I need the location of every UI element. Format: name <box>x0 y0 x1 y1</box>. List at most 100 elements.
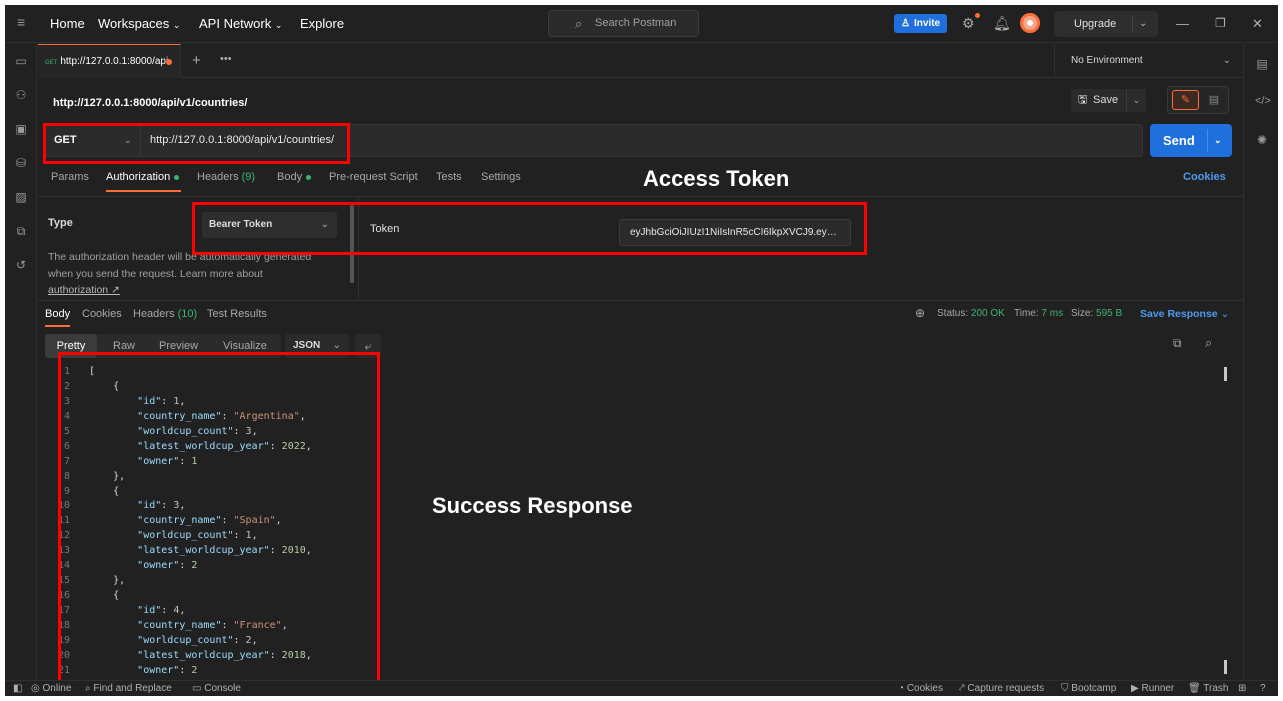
trash[interactable]: 🗑︎ Trash <box>1188 683 1229 694</box>
tab-authorization[interactable]: Authorization <box>106 171 180 183</box>
help-icon[interactable]: ? <box>1260 683 1266 694</box>
status-bar: ◧ ◎ Online ⌕ Find and Replace ▭ Console … <box>5 680 1278 696</box>
response-tab-headers[interactable]: Headers (10) <box>133 308 197 320</box>
nav-explore[interactable]: Explore <box>300 16 344 31</box>
learn-more-link[interactable]: authorization ↗ <box>48 284 120 296</box>
status-cookies[interactable]: ◔ Cookies <box>898 683 943 694</box>
add-person-icon: ♙ <box>901 18 910 29</box>
response-tab-body[interactable]: Body <box>45 308 70 320</box>
cookies-link[interactable]: Cookies <box>1183 171 1226 183</box>
send-label: Send <box>1163 133 1195 148</box>
size-value: 595 B <box>1096 308 1123 319</box>
capture-requests[interactable]: ⤤ Capture requests <box>959 683 1044 694</box>
time-label: Time: <box>1014 308 1039 319</box>
save-response-label: Save Response <box>1140 308 1218 320</box>
search-icon[interactable]: ⌕ <box>1205 335 1212 351</box>
nav-api-network[interactable]: API Network ⌄ <box>199 16 282 31</box>
tab-body-label: Body <box>277 171 303 183</box>
environment-quicklook-icon[interactable]: ▤ <box>1255 57 1269 71</box>
tab-tests[interactable]: Tests <box>436 171 462 183</box>
nav-workspaces[interactable]: Workspaces ⌄ <box>98 16 180 31</box>
monitors-icon[interactable]: ▨ <box>14 190 28 204</box>
chevron-down-icon[interactable]: ⌄ <box>1214 124 1222 157</box>
tab-headers-label: Headers <box>197 171 239 183</box>
close-icon[interactable]: ✕ <box>1252 16 1263 32</box>
collections-icon[interactable]: ▭ <box>14 54 28 68</box>
avatar[interactable] <box>1020 13 1040 33</box>
runner-label: Runner <box>1141 683 1175 694</box>
request-tabs-row: GET http://127.0.0.1:8000/api + ••• No En… <box>38 44 1243 78</box>
tab-headers[interactable]: Headers (9) <box>197 171 255 183</box>
code-icon[interactable]: </> <box>1255 95 1271 109</box>
save-response-button[interactable]: Save Response ⌄ <box>1140 308 1229 320</box>
runner[interactable]: ▶ Runner <box>1131 683 1174 694</box>
auth-description: The authorization header will be automat… <box>48 249 338 299</box>
request-tab[interactable]: GET http://127.0.0.1:8000/api <box>38 44 181 78</box>
response-tab-test-results[interactable]: Test Results <box>207 308 267 320</box>
tab-params[interactable]: Params <box>51 171 89 183</box>
invite-label: Invite <box>914 18 941 29</box>
save-disk-icon: 🖫 <box>1078 94 1088 106</box>
upgrade-button[interactable]: Upgrade ⌄ <box>1054 11 1158 37</box>
hamburger-menu-icon[interactable]: ≡ <box>17 15 31 29</box>
left-sidebar: ▭ ⚇ ▣ ⛁ ▨ ⧉ ↺ <box>5 44 37 680</box>
invite-button[interactable]: ♙ Invite <box>894 14 947 33</box>
comment-icon[interactable]: ▤ <box>1203 90 1225 110</box>
flows-icon[interactable]: ⧉ <box>14 224 28 238</box>
online-status[interactable]: ◎ Online <box>31 683 71 694</box>
history-icon[interactable]: ↺ <box>14 258 28 272</box>
active-dot <box>174 174 180 180</box>
settings-gear-icon[interactable]: ⚙ <box>962 15 975 32</box>
bootcamp[interactable]: ⛉ Bootcamp <box>1061 683 1116 694</box>
apis-icon[interactable]: ⚇ <box>14 88 28 102</box>
auth-type-label: Type <box>48 217 73 229</box>
method-url-highlight-box <box>43 123 350 164</box>
restore-icon[interactable]: ❐ <box>1215 16 1226 30</box>
nav-home[interactable]: Home <box>50 16 85 31</box>
console[interactable]: ▭ Console <box>192 683 241 694</box>
scrollbar-thumb[interactable] <box>1224 660 1227 674</box>
upgrade-label: Upgrade <box>1074 18 1117 30</box>
minimize-icon[interactable]: — <box>1176 16 1189 31</box>
send-button[interactable]: Send ⌄ <box>1150 124 1232 157</box>
save-button[interactable]: 🖫 Save <box>1071 89 1126 112</box>
divider <box>1207 129 1208 152</box>
environment-label: No Environment <box>1071 55 1143 66</box>
copy-icon[interactable]: ⧉ <box>1173 336 1182 351</box>
environment-selector[interactable]: No Environment ⌄ <box>1054 44 1243 78</box>
response-tab-headers-count: (10) <box>177 308 198 320</box>
response-time: Time: 7 ms <box>1014 308 1063 319</box>
size-label: Size: <box>1071 308 1094 319</box>
new-tab-plus-icon[interactable]: + <box>192 52 201 69</box>
capture-requests-label: Capture requests <box>967 683 1045 694</box>
tab-settings[interactable]: Settings <box>481 171 521 183</box>
chevron-down-icon[interactable]: ⌄ <box>1139 11 1147 37</box>
auth-description-text: The authorization header will be automat… <box>48 251 312 280</box>
bell-icon[interactable]: 🔔︎ <box>993 15 1011 32</box>
environments-icon[interactable]: ▣ <box>14 122 28 136</box>
more-dots-icon[interactable]: ••• <box>220 53 232 65</box>
tab-pre-request-script[interactable]: Pre-request Script <box>329 171 418 183</box>
lightbulb-icon[interactable]: ✺ <box>1255 133 1269 147</box>
scrollbar-thumb[interactable] <box>1224 367 1227 381</box>
search-box[interactable]: ⌕ Search Postman <box>548 10 699 37</box>
edit-pencil-icon[interactable]: ✎ <box>1172 90 1199 110</box>
active-tab-underline <box>106 190 181 192</box>
access-token-annotation: Access Token <box>643 166 790 191</box>
globe-icon[interactable]: ⊕ <box>915 306 925 320</box>
postman-window: ≡ Home Workspaces ⌄ API Network ⌄ Explor… <box>5 5 1278 696</box>
request-title[interactable]: http://127.0.0.1:8000/api/v1/countries/ <box>53 97 247 109</box>
two-pane-icon[interactable]: ⊞ <box>1238 683 1246 694</box>
status-value: 200 OK <box>970 308 1005 319</box>
mock-servers-icon[interactable]: ⛁ <box>14 156 28 170</box>
find-replace-label: Find and Replace <box>93 683 172 694</box>
active-tab-underline <box>45 325 70 327</box>
sidebar-toggle-icon[interactable]: ◧ <box>13 683 22 694</box>
tab-headers-count: (9) <box>241 171 256 183</box>
chevron-down-icon: ⌄ <box>1220 308 1230 320</box>
tab-body[interactable]: Body <box>277 171 312 183</box>
find-replace[interactable]: ⌕ Find and Replace <box>85 683 172 694</box>
token-highlight-box <box>192 202 867 255</box>
response-tab-cookies[interactable]: Cookies <box>82 308 122 320</box>
save-options-chevron-icon[interactable]: ⌄ <box>1126 89 1146 112</box>
